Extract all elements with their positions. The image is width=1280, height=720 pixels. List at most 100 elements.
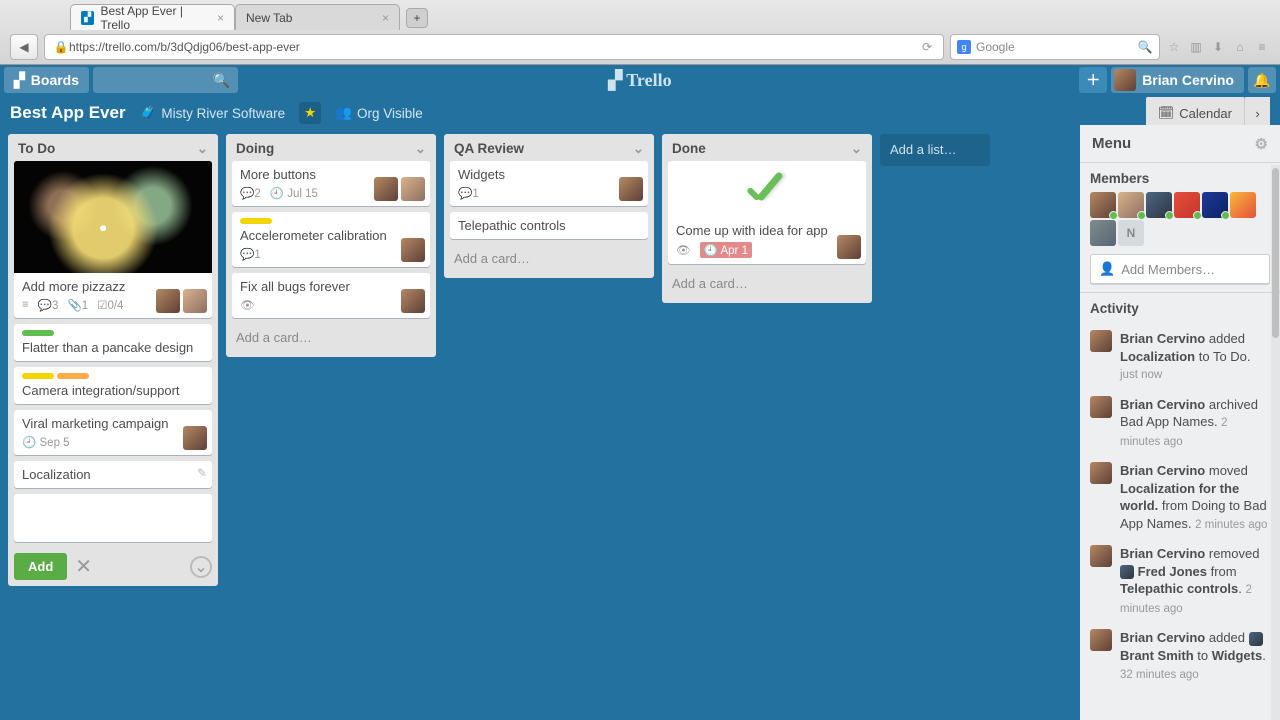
close-icon[interactable]: × [217,11,224,25]
card[interactable]: More buttons💬2🕘 Jul 15 [232,161,430,206]
avatar[interactable] [401,238,425,262]
boards-button[interactable]: ▞ Boards [4,67,89,93]
list-menu-icon[interactable]: ⌄ [415,141,426,157]
downloads-icon[interactable]: ⬇ [1210,39,1226,55]
list-menu-icon[interactable]: ⌄ [197,141,208,157]
card-title: Come up with idea for app [676,223,858,238]
gear-icon[interactable]: ⚙ [1255,135,1268,153]
menu-icon[interactable]: ≡ [1254,39,1270,55]
checklist-badge: ☑0/4 [97,298,123,312]
url-bar[interactable]: 🔒 https://trello.com/b/3dQdjg06/best-app… [44,34,944,60]
card[interactable]: Viral marketing campaign🕘 Sep 5 [14,410,212,455]
add-list-button[interactable]: Add a list… [880,134,990,166]
boards-label: Boards [31,72,79,88]
card[interactable]: Accelerometer calibration💬1 [232,212,430,267]
menu-header: Menu ⚙ [1080,125,1280,163]
user-menu[interactable]: Brian Cervino [1111,67,1244,93]
back-button[interactable]: ◀ [10,34,38,60]
add-members-button[interactable]: 👤 Add Members… [1090,254,1270,284]
avatar[interactable] [374,177,398,201]
list-title: Done [672,141,706,157]
avatar[interactable] [183,289,207,313]
card[interactable]: Come up with idea for app👁🕘 Apr 1 [668,161,866,264]
card[interactable]: Fix all bugs forever👁 [232,273,430,318]
label[interactable] [22,373,54,379]
browser-search[interactable]: g Google 🔍 [950,34,1160,60]
card[interactable]: Flatter than a pancake design [14,324,212,361]
activity-item: Brian Cervino added Localization to To D… [1080,324,1280,390]
list-menu-icon[interactable]: ⌄ [851,141,862,157]
label[interactable] [240,218,272,224]
label[interactable] [22,330,54,336]
board-visibility[interactable]: 👥Org Visible [335,105,423,121]
boards-icon: ▞ [14,72,25,89]
card-title: Viral marketing campaign [22,416,204,431]
avatar [1090,396,1112,418]
avatar[interactable] [1090,192,1116,218]
trello-logo[interactable]: ▞ Trello [608,70,671,91]
composer-input[interactable] [14,494,212,542]
list-header[interactable]: Done ⌄ [662,134,872,161]
edit-icon[interactable]: ✎ [197,466,207,480]
board-title[interactable]: Best App Ever [10,103,126,123]
card-badges: 💬1 [240,247,422,261]
close-icon[interactable]: ✕ [75,554,92,579]
card-title: Fix all bugs forever [240,279,422,294]
list-title: QA Review [454,141,524,157]
options-icon[interactable]: ⌄ [190,556,212,578]
clipboard-icon[interactable]: ▥ [1188,39,1204,55]
avatar[interactable] [1202,192,1228,218]
group-icon: 👥 [335,105,352,121]
new-tab-button[interactable]: + [406,8,428,28]
card-title: Camera integration/support [22,383,204,398]
scrollbar[interactable] [1271,165,1280,720]
avatar[interactable] [156,289,180,313]
avatar[interactable] [1174,192,1200,218]
card[interactable]: Localization✎ [14,461,212,488]
list-menu-icon[interactable]: ⌄ [633,141,644,157]
avatar[interactable] [837,235,861,259]
add-card-link[interactable]: Add a card… [662,270,872,297]
list-title: Doing [236,141,274,157]
card[interactable]: Camera integration/support [14,367,212,404]
scrollbar-thumb[interactable] [1272,168,1279,338]
avatar[interactable] [1118,192,1144,218]
bookmark-icon[interactable]: ☆ [1166,39,1182,55]
activity-text: Brian Cervino archived Bad App Names. 2 … [1120,396,1270,451]
add-card-link[interactable]: Add a card… [226,324,436,351]
activity-text: Brian Cervino added Brant Smith to Widge… [1120,629,1270,683]
home-icon[interactable]: ⌂ [1232,39,1248,55]
list-header[interactable]: To Do⌄ [8,134,218,161]
tab-title: New Tab [246,11,292,25]
reload-icon[interactable]: ⟳ [919,39,935,55]
avatar[interactable] [401,289,425,313]
card[interactable]: Telepathic controls [450,212,648,239]
card-title: Localization [22,467,204,482]
card[interactable]: Widgets💬1 [450,161,648,206]
add-card-button[interactable]: Add [14,553,67,580]
url-text: https://trello.com/b/3dQdjg06/best-app-e… [69,40,300,54]
card[interactable]: Add more pizzazz≡💬3📎1☑0/4 [14,161,212,318]
star-button[interactable]: ★ [299,102,321,124]
close-icon[interactable]: × [382,11,389,25]
add-card-link[interactable]: Add a card… [444,245,654,272]
list-header[interactable]: Doing ⌄ [226,134,436,161]
list: To Do⌄Add more pizzazz≡💬3📎1☑0/4 Flatter t… [8,134,218,586]
header-search[interactable]: 🔍 [93,67,238,93]
avatar[interactable] [1230,192,1256,218]
label[interactable] [57,373,89,379]
avatar[interactable] [183,426,207,450]
list-header[interactable]: QA Review ⌄ [444,134,654,161]
create-button[interactable]: ＋ [1079,67,1107,93]
avatar[interactable] [619,177,643,201]
notifications-button[interactable]: 🔔 [1248,67,1276,93]
avatar-initial[interactable]: N [1118,220,1144,246]
activity-heading: Activity [1090,301,1270,316]
avatar[interactable] [401,177,425,201]
avatar[interactable] [1090,220,1116,246]
avatar[interactable] [1146,192,1172,218]
list: Done ⌄ Come up with idea for app👁🕘 Apr 1 Ad… [662,134,872,303]
browser-tab-active[interactable]: ▞ Best App Ever | Trello × [70,4,235,30]
board-org[interactable]: 🧳Misty River Software [140,105,286,121]
browser-tab[interactable]: New Tab × [235,4,400,30]
